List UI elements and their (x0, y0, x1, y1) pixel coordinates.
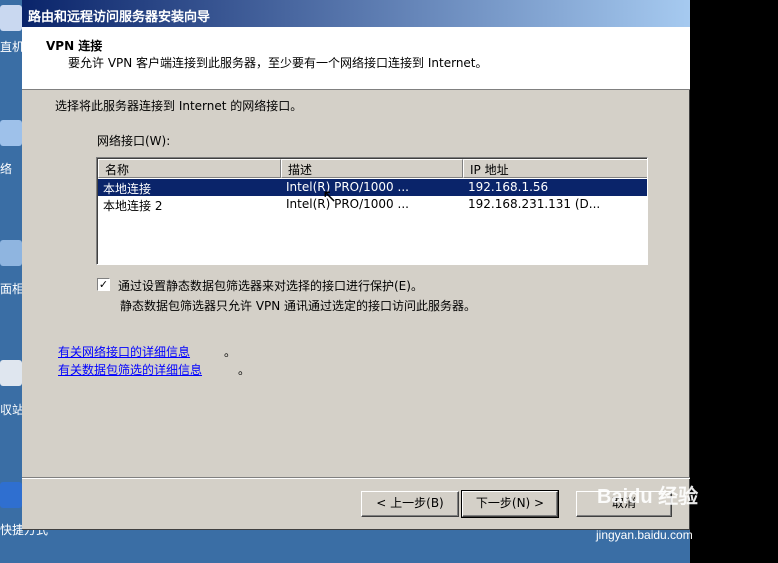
column-header-description[interactable]: 描述 (281, 159, 463, 178)
row-description: Intel(R) PRO/1000 ... (286, 180, 409, 194)
desktop-label-3: 面相 (0, 282, 25, 296)
desktop-label-2: 络 (0, 162, 13, 176)
back-button[interactable]: < 上一步(B) (361, 491, 459, 517)
computer-icon[interactable] (0, 5, 22, 31)
network-icon[interactable] (0, 120, 22, 146)
desktop-label-4: 収站 (0, 403, 25, 417)
ie-shortcut-icon[interactable] (0, 482, 22, 508)
title-bar[interactable]: 路由和远程访问服务器安装向导 (22, 0, 690, 27)
watermark-logo: Baidu 经验 (597, 486, 699, 508)
list-row[interactable]: 本地连接 2 Intel(R) PRO/1000 ... 192.168.231… (98, 196, 647, 213)
packet-filter-label[interactable]: 通过设置静态数据包筛选器来对选择的接口进行保护(E)。 (118, 277, 423, 294)
page-title: VPN 连接 (46, 39, 103, 53)
next-button[interactable]: 下一步(N) > (461, 490, 559, 518)
window-title: 路由和远程访问服务器安装向导 (28, 10, 211, 25)
watermark-url: jingyan.baidu.com (596, 528, 693, 542)
desktop-shortcut-icon[interactable] (0, 240, 22, 266)
row-name: 本地连接 (103, 182, 152, 196)
column-header-name[interactable]: 名称 (98, 159, 281, 178)
row-ip: 192.168.231.131 (D... (468, 197, 601, 211)
packet-filter-checkbox[interactable]: ✓ (97, 278, 110, 291)
wizard-header: VPN 连接 要允许 VPN 客户端连接到此服务器，至少要有一个网络接口连接到 … (22, 27, 690, 90)
instruction-text: 选择将此服务器连接到 Internet 的网络接口。 (55, 99, 303, 113)
wizard-dialog: 路由和远程访问服务器安装向导 VPN 连接 要允许 VPN 客户端连接到此服务器… (22, 0, 690, 530)
footer-separator (22, 477, 690, 479)
desktop-label-1: 直机 (0, 40, 25, 54)
link-tail: 。 (238, 363, 251, 377)
recycle-bin-icon[interactable] (0, 360, 22, 386)
row-ip: 192.168.1.56 (468, 180, 549, 194)
network-interface-info-link[interactable]: 有关网络接口的详细信息 (58, 343, 190, 360)
row-description: Intel(R) PRO/1000 ... (286, 197, 409, 211)
list-row[interactable]: 本地连接 Intel(R) PRO/1000 ... 192.168.1.56 (98, 179, 647, 196)
page-subtitle: 要允许 VPN 客户端连接到此服务器，至少要有一个网络接口连接到 Interne… (68, 56, 488, 70)
link-tail: 。 (224, 345, 237, 359)
packet-filter-note: 静态数据包筛选器只允许 VPN 通讯通过选定的接口访问此服务器。 (120, 299, 477, 313)
packet-filter-info-link[interactable]: 有关数据包筛选的详细信息 (58, 361, 202, 378)
desktop-background (690, 0, 778, 563)
network-interface-list[interactable]: 名称 描述 IP 地址 本地连接 Intel(R) PRO/1000 ... 1… (96, 157, 648, 265)
row-name: 本地连接 2 (103, 199, 163, 213)
interface-list-label: 网络接口(W): (97, 134, 171, 148)
list-header: 名称 描述 IP 地址 (98, 159, 647, 178)
mouse-cursor-icon: ↖ (322, 186, 338, 207)
column-header-ip[interactable]: IP 地址 (463, 159, 647, 178)
